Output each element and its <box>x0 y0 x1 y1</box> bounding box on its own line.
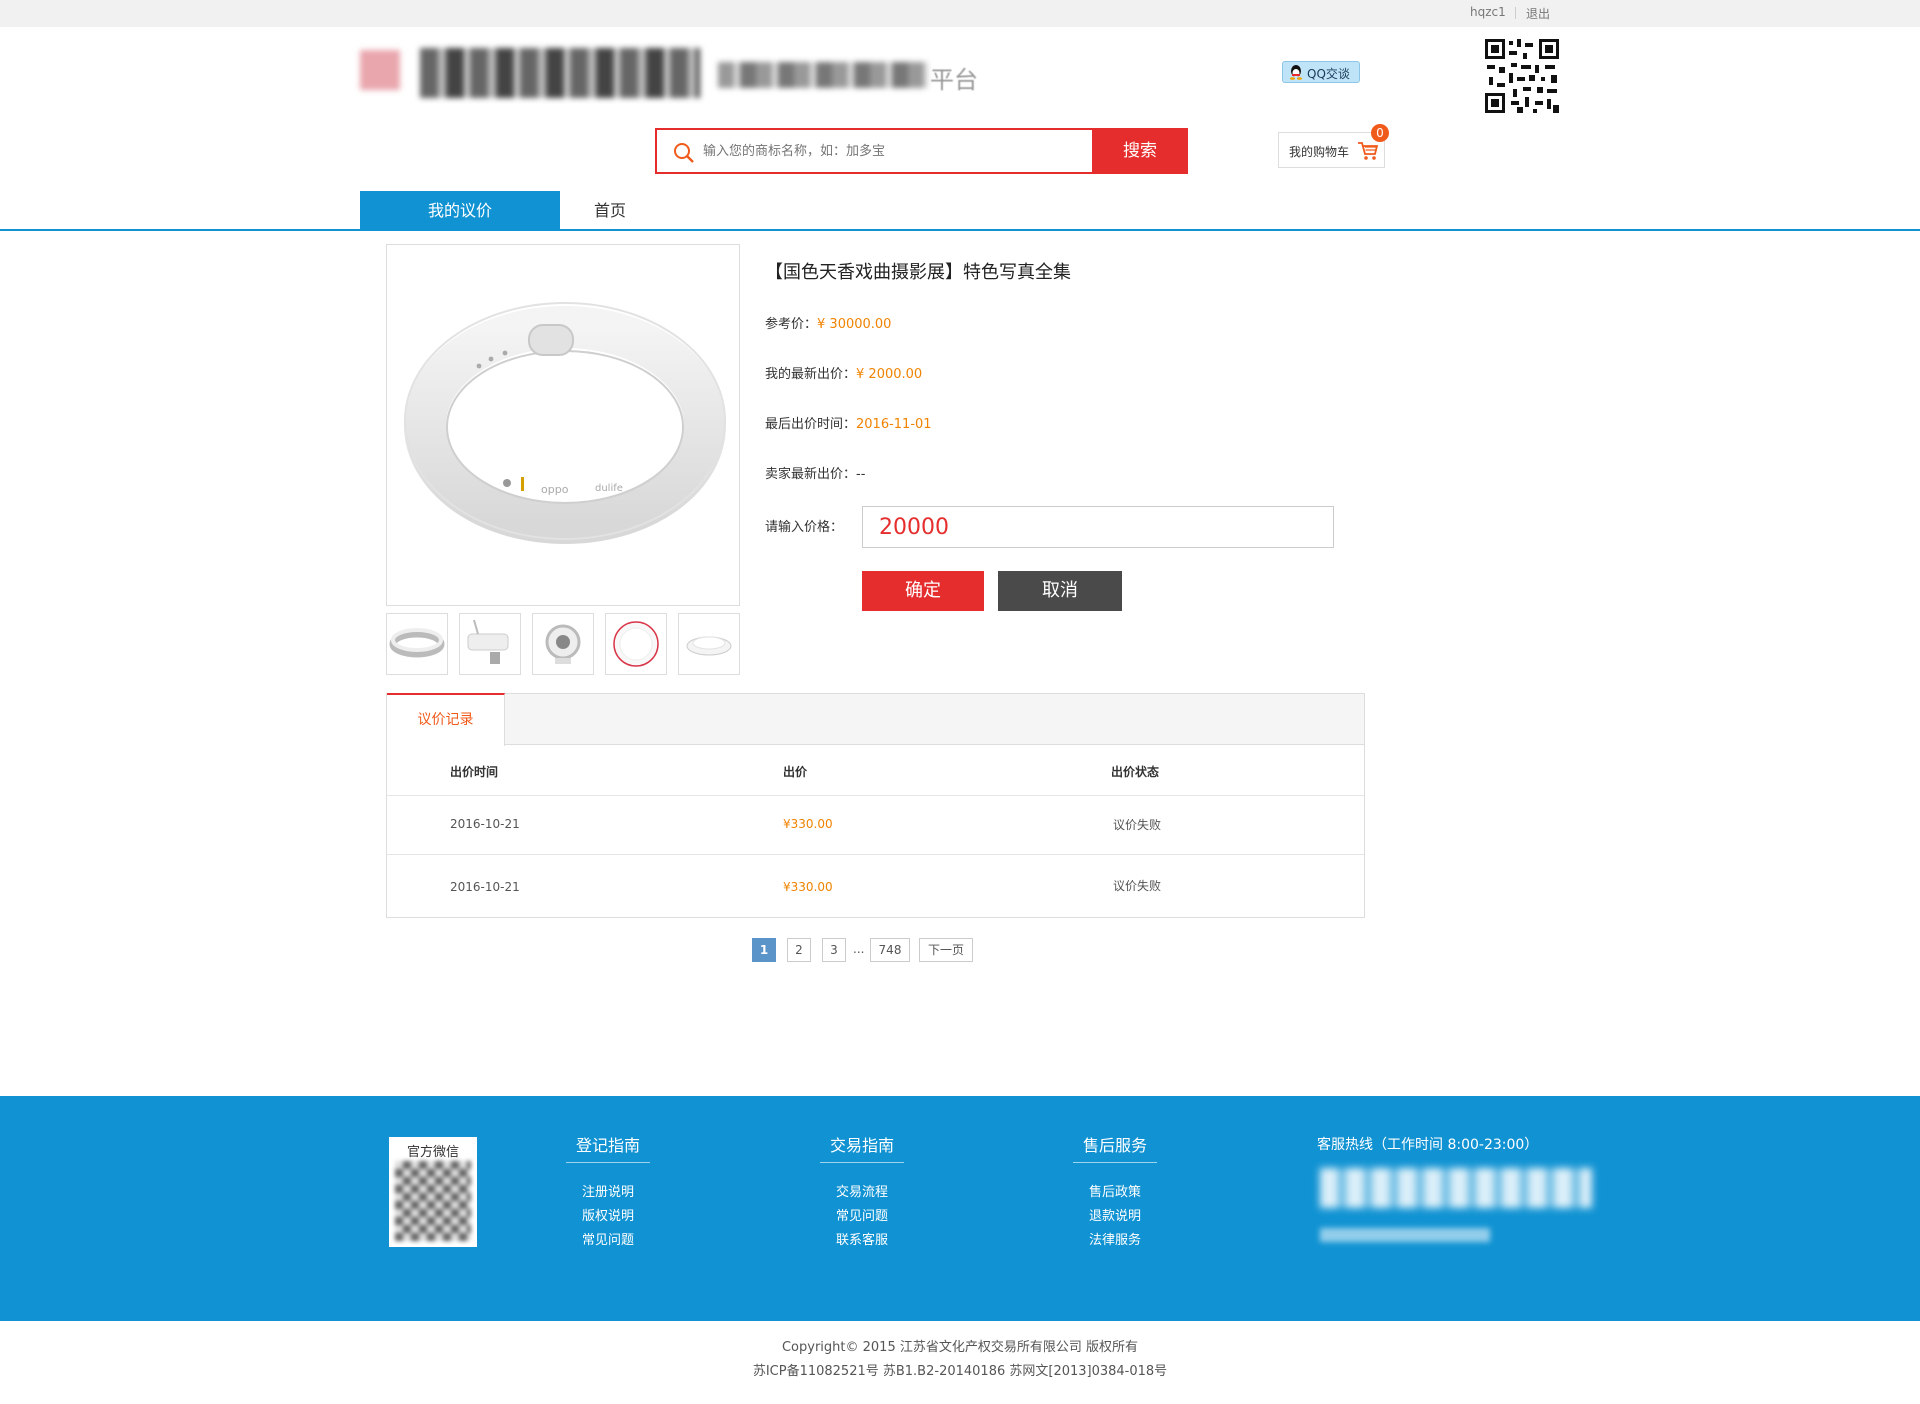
product-thumbnail[interactable] <box>459 613 521 675</box>
contact-info-blurred <box>1320 1228 1490 1242</box>
search-bar <box>655 128 1095 174</box>
page-3-button[interactable]: 3 <box>822 938 846 962</box>
negotiation-records-panel: 议价记录 出价时间 出价 出价状态 2016-10-21 ¥330.00 议价失… <box>386 693 1365 918</box>
wechat-qr-code-blurred <box>395 1161 471 1241</box>
page-1-button[interactable]: 1 <box>752 938 776 962</box>
confirm-button[interactable]: 确定 <box>862 571 984 611</box>
column-header-bid-time: 出价时间 <box>450 765 499 779</box>
row-divider <box>387 795 1364 796</box>
cart-label: 我的购物车 <box>1289 145 1350 159</box>
seller-latest-bid-label: 卖家最新出价： <box>765 467 857 482</box>
product-thumbnail[interactable] <box>605 613 667 675</box>
reference-price-value: ¥ 30000.00 <box>817 317 892 332</box>
tab-home[interactable]: 首页 <box>560 191 660 231</box>
product-main-image: oppo dulife <box>386 244 740 606</box>
tab-my-negotiation[interactable]: 我的议价 <box>360 191 560 231</box>
topbar-divider <box>1515 7 1516 19</box>
footer <box>0 1096 1920 1321</box>
logo-suffix-text: 平台 <box>930 66 978 94</box>
last-bid-time-row: 最后出价时间：2016-11-01 <box>765 413 932 432</box>
last-bid-time-value: 2016-11-01 <box>856 417 932 432</box>
footer-title-registration-guide: 登记指南 <box>575 1136 640 1155</box>
last-page-button[interactable]: 748 <box>870 938 910 962</box>
page-ellipsis: ... <box>853 942 865 956</box>
wechat-qr-box: 官方微信 <box>389 1137 477 1247</box>
svg-text:dulife: dulife <box>595 483 623 494</box>
product-thumbnail[interactable] <box>532 613 594 675</box>
record-price: ¥330.00 <box>783 817 833 831</box>
logo-icon[interactable] <box>360 50 400 90</box>
footer-title-underline <box>820 1162 904 1163</box>
page-2-button[interactable]: 2 <box>787 938 811 962</box>
records-tab-bar <box>387 694 1364 745</box>
footer-title-underline <box>1073 1162 1157 1163</box>
row-divider <box>387 854 1364 855</box>
footer-link-trading-process[interactable]: 交易流程 <box>820 1181 904 1200</box>
price-input[interactable] <box>862 506 1334 548</box>
footer-title-trading-guide: 交易指南 <box>829 1136 894 1155</box>
qq-penguin-icon <box>1290 65 1302 80</box>
footer-link-refund-info[interactable]: 退款说明 <box>1073 1205 1157 1224</box>
footer-title-underline <box>566 1162 650 1163</box>
nav-divider <box>0 229 1920 231</box>
footer-link-faq[interactable]: 常见问题 <box>820 1205 904 1224</box>
product-thumbnail[interactable] <box>386 613 448 675</box>
wechat-label: 官方微信 <box>406 1145 459 1160</box>
shopping-cart-button[interactable]: 我的购物车 <box>1278 132 1385 168</box>
tab-negotiation-records[interactable]: 议价记录 <box>387 693 505 746</box>
search-input[interactable] <box>703 138 1083 164</box>
logo-text-blurred <box>420 48 700 98</box>
footer-link-faq[interactable]: 常见问题 <box>566 1229 650 1248</box>
svg-text:oppo: oppo <box>541 483 569 496</box>
column-header-bid-price: 出价 <box>783 765 808 779</box>
cart-icon <box>1358 142 1379 160</box>
my-latest-bid-label: 我的最新出价： <box>765 367 857 382</box>
wristband-image: oppo dulife <box>404 302 726 544</box>
my-latest-bid-value: ¥ 2000.00 <box>856 367 923 382</box>
footer-link-registration-info[interactable]: 注册说明 <box>566 1181 650 1200</box>
logo-subtitle-blurred <box>718 62 928 88</box>
record-status: 议价失败 <box>1113 879 1162 893</box>
username-link[interactable]: hqzc1 <box>1470 5 1506 19</box>
icp-license-text: 苏ICP备11082521号 苏B1.B2-20140186 苏网文[2013]… <box>752 1364 1168 1379</box>
footer-title-after-sales: 售后服务 <box>1082 1136 1147 1155</box>
cart-count-badge: 0 <box>1371 124 1389 142</box>
reference-price-row: 参考价：¥ 30000.00 <box>765 313 891 332</box>
next-page-button[interactable]: 下一页 <box>919 938 973 962</box>
top-bar: hqzc1 退出 <box>0 0 1920 27</box>
cancel-button[interactable]: 取消 <box>998 571 1122 611</box>
last-bid-time-label: 最后出价时间： <box>765 417 857 432</box>
search-icon <box>674 143 694 163</box>
record-status: 议价失败 <box>1113 818 1162 832</box>
footer-link-copyright-info[interactable]: 版权说明 <box>566 1205 650 1224</box>
seller-latest-bid-value: -- <box>856 467 866 482</box>
product-title: 【国色天香戏曲摄影展】特色写真全集 <box>765 262 1071 283</box>
footer-link-after-sales-policy[interactable]: 售后政策 <box>1073 1181 1157 1200</box>
search-button[interactable]: 搜索 <box>1092 128 1188 174</box>
reference-price-label: 参考价： <box>765 317 818 332</box>
qr-code-image <box>1483 37 1561 115</box>
price-input-label: 请输入价格： <box>765 520 844 535</box>
footer-link-contact-support[interactable]: 联系客服 <box>820 1229 904 1248</box>
qq-button-label: QQ交谈 <box>1307 67 1350 81</box>
hotline-label: 客服热线（工作时间 8:00-23:00） <box>1317 1137 1539 1153</box>
record-time: 2016-10-21 <box>450 817 520 831</box>
copyright-text: Copyright© 2015 江苏省文化产权交易所有限公司 版权所有 <box>781 1340 1138 1355</box>
product-thumbnail[interactable] <box>678 613 740 675</box>
hotline-number-blurred <box>1320 1168 1592 1208</box>
column-header-bid-status: 出价状态 <box>1111 765 1160 779</box>
record-price: ¥330.00 <box>783 880 833 894</box>
record-time: 2016-10-21 <box>450 880 520 894</box>
my-latest-bid-row: 我的最新出价：¥ 2000.00 <box>765 363 922 382</box>
seller-latest-bid-row: 卖家最新出价：-- <box>765 463 865 482</box>
qq-chat-button[interactable]: QQ交谈 <box>1282 61 1360 83</box>
logout-link[interactable]: 退出 <box>1526 5 1550 22</box>
footer-link-legal-services[interactable]: 法律服务 <box>1073 1229 1157 1248</box>
